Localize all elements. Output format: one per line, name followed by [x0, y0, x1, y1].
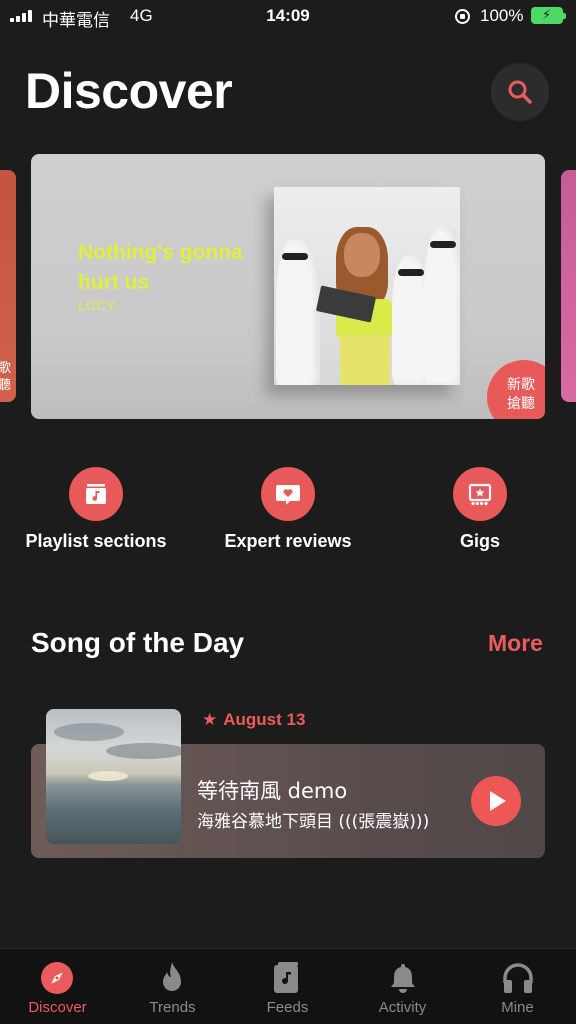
new-release-badge-label: 新歌搶聽 [507, 377, 535, 412]
carousel-prev-card[interactable]: 歌聽 [0, 170, 16, 402]
search-icon [508, 80, 532, 104]
gigs-button[interactable]: Gigs [385, 467, 575, 552]
playlist-sections-button[interactable]: Playlist sections [1, 467, 191, 552]
banner-artist: LÜCY [78, 298, 117, 313]
gigs-label: Gigs [459, 531, 500, 551]
featured-banner[interactable]: Nothing's gonna hurt us LÜCY 新歌搶聽 [31, 154, 545, 419]
review-heart-icon [276, 485, 300, 505]
play-button[interactable] [471, 776, 521, 826]
expert-reviews-label: Expert reviews [224, 531, 352, 551]
compass-icon [41, 962, 73, 994]
battery-percentage: 100% [480, 6, 524, 25]
banner-title: Nothing's gonna hurt us [78, 241, 243, 294]
headphones-icon [503, 963, 533, 993]
prev-card-badge-text: 歌聽 [0, 361, 12, 393]
flame-icon [163, 962, 181, 991]
section-title: Song of the Day [31, 627, 245, 658]
album-cover-image [274, 187, 460, 385]
song-artist: 海雅谷慕地下頭目 (((張震嶽))) [197, 812, 430, 832]
more-link[interactable]: More [488, 630, 543, 657]
battery-icon: ⚡ [531, 7, 566, 24]
feeds-icon [274, 962, 298, 993]
tab-feeds-label: Feeds [266, 999, 309, 1016]
tab-trends[interactable]: Trends [115, 961, 230, 1016]
bell-icon [391, 964, 415, 993]
playlist-sections-label: Playlist sections [25, 531, 167, 551]
tab-trends-label: Trends [149, 999, 196, 1016]
tab-discover-label: Discover [28, 999, 87, 1016]
status-bar: 中華電信 4G 14:09 100% ⚡ [0, 0, 576, 32]
tab-mine[interactable]: Mine [460, 961, 575, 1016]
expert-reviews-button[interactable]: Expert reviews [193, 467, 383, 552]
play-icon [490, 791, 506, 811]
page-title: Discover [25, 63, 233, 119]
song-cover-image [46, 709, 181, 844]
search-button[interactable] [491, 63, 549, 121]
rotation-lock-icon [455, 9, 470, 24]
song-title: 等待南風 demo [197, 779, 348, 803]
star-icon: ★ [202, 710, 218, 729]
tab-discover[interactable]: Discover [0, 961, 115, 1016]
tab-mine-label: Mine [501, 999, 534, 1016]
ticket-icon [468, 483, 492, 506]
carousel-next-card[interactable] [561, 170, 576, 402]
song-date: ★ August 13 [202, 710, 305, 730]
playlist-icon [86, 484, 106, 504]
tab-feeds[interactable]: Feeds [230, 961, 345, 1016]
song-date-text: August 13 [223, 710, 306, 729]
tab-bar: Discover Trends Feeds Activity Mine [0, 948, 576, 1024]
tab-activity[interactable]: Activity [345, 961, 460, 1016]
tab-activity-label: Activity [378, 999, 427, 1016]
new-release-badge[interactable]: 新歌搶聽 [487, 360, 545, 419]
